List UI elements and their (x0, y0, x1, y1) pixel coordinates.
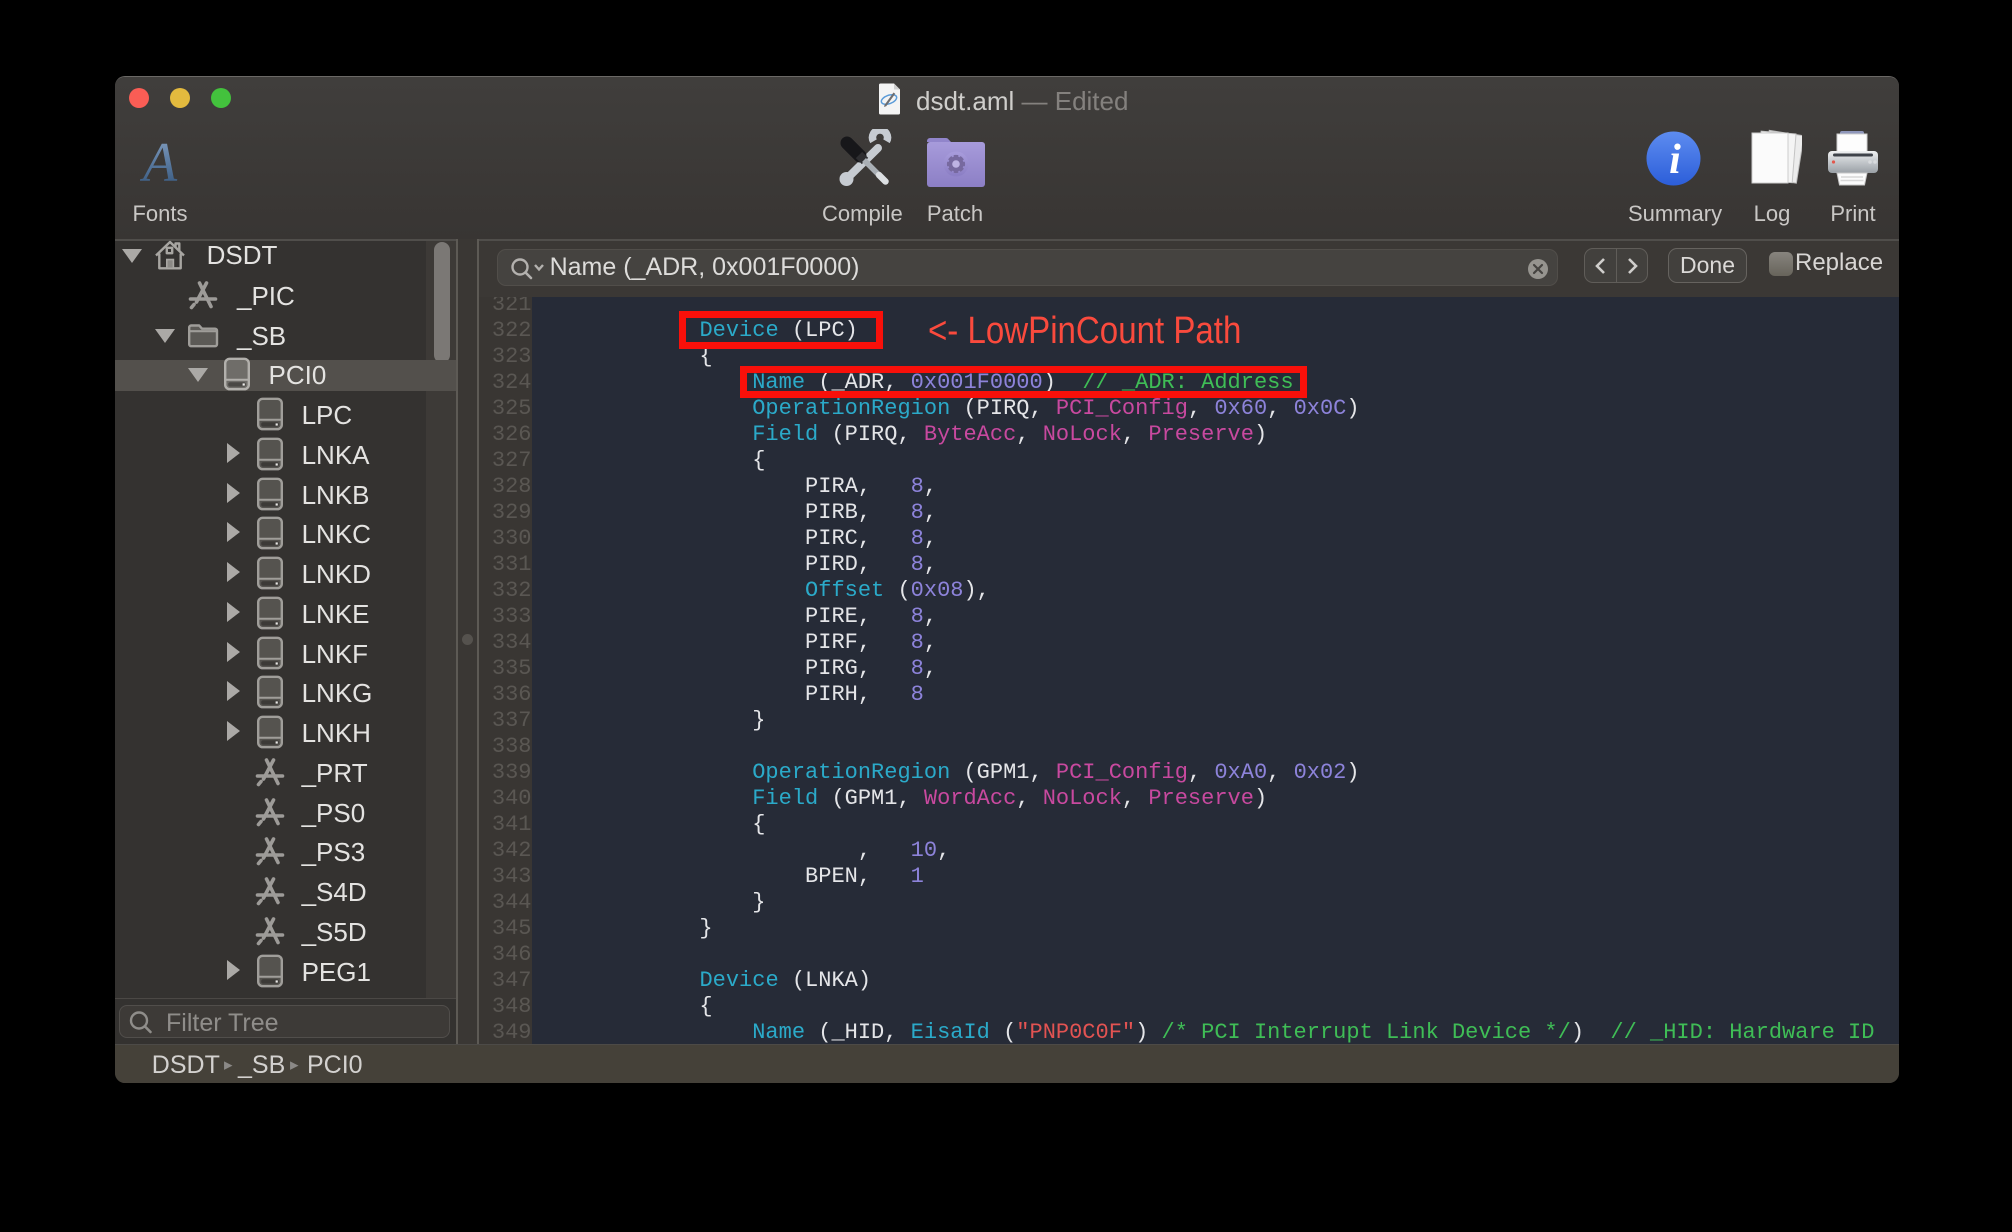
svg-text:A: A (140, 135, 178, 187)
svg-text:i: i (1669, 137, 1681, 183)
